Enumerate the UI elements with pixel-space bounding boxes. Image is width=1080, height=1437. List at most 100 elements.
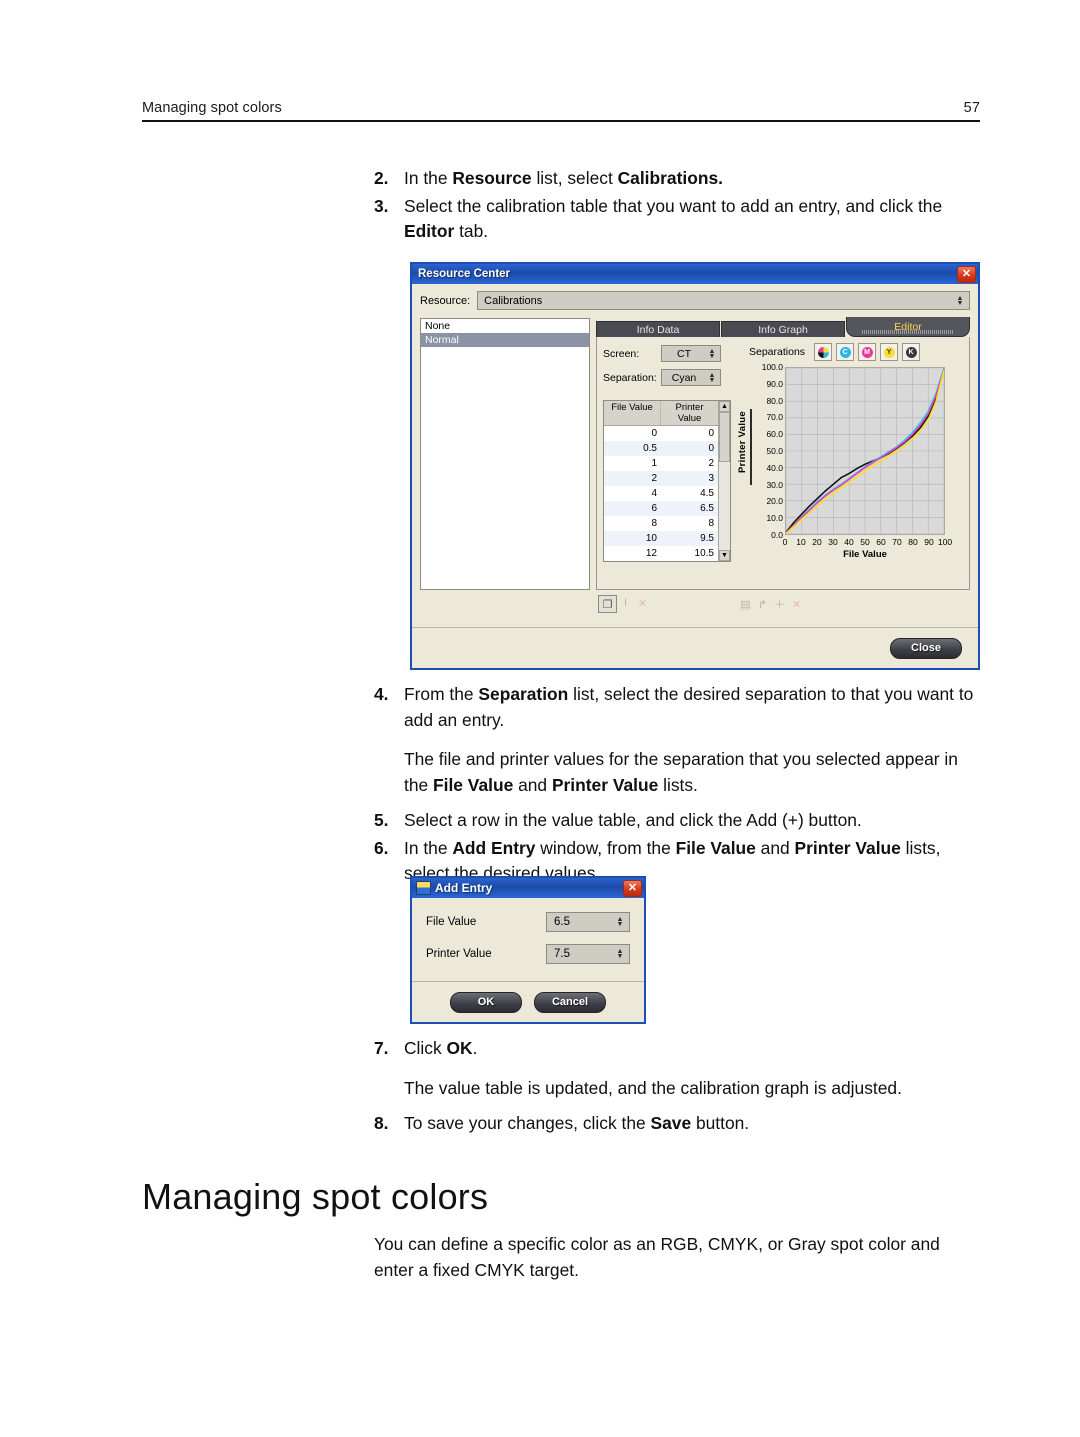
y-tick-label: 70.0: [766, 412, 783, 423]
table-row[interactable]: 6 6.5: [604, 501, 718, 516]
separations-label: Separations: [749, 346, 806, 358]
cell-printer-value: 4.5: [700, 488, 714, 499]
y-tick-label: 30.0: [766, 479, 783, 490]
x-tick-label: 0: [782, 537, 788, 547]
cell-file-value: 12: [645, 548, 657, 559]
printer-value-input: 7.5: [554, 948, 570, 960]
cell-printer-value: 8: [708, 518, 714, 529]
step-number: 4.: [374, 684, 389, 704]
y-tick-label: 80.0: [766, 395, 783, 406]
x-tick-label: 10: [796, 537, 806, 547]
section-body: You can define a specific color as an RG…: [374, 1234, 940, 1280]
window-title: Resource Center: [418, 268, 511, 280]
calibration-list[interactable]: None Normal: [420, 318, 590, 590]
cell-file-value: 0: [651, 428, 657, 439]
steps-list-top: 2. In the Resource list, select Calibrati…: [374, 166, 974, 247]
step-note: The file and printer values for the sepa…: [404, 749, 958, 795]
table-row[interactable]: 23: [604, 471, 718, 486]
table-row[interactable]: 10 9.5: [604, 531, 718, 546]
tab-info-data[interactable]: Info Data: [596, 321, 720, 337]
duplicate-icon[interactable]: ❐: [598, 595, 617, 613]
cell-file-value: 1: [651, 458, 657, 469]
editor-panel: Screen: CT ▲ ▼ Separation: Cyan ▲ ▼ File…: [596, 337, 970, 590]
x-tick-label: 50: [860, 537, 870, 547]
step-item: 3. Select the calibration table that you …: [374, 194, 974, 245]
chart-y-axis-label: Printer Value: [737, 411, 748, 473]
resource-dropdown-value: Calibrations: [484, 294, 543, 307]
add-entry-titlebar: Add Entry ✕: [412, 878, 644, 898]
table-row[interactable]: 0.5 0: [604, 441, 718, 456]
file-value-input: 6.5: [554, 916, 570, 928]
color-swatch: K: [905, 346, 917, 358]
separation-cyan-icon[interactable]: C: [836, 343, 855, 361]
y-tick-label: 100.0: [761, 362, 783, 372]
printer-value-row: Printer Value 7.5 ▲ ▼: [426, 944, 630, 964]
tab-label: Info Data: [636, 323, 680, 336]
y-axis-bar: [750, 409, 752, 485]
step-number: 3.: [374, 195, 389, 216]
x-tick-label: 70: [892, 537, 902, 547]
running-header: Managing spot colors 57: [142, 100, 980, 122]
chevron-updown-icon: ▲ ▼: [616, 948, 624, 960]
close-icon[interactable]: ✕: [623, 879, 642, 897]
screen-dropdown[interactable]: CT ▲ ▼: [661, 345, 721, 362]
page-number: 57: [963, 100, 980, 116]
cell-printer-value: 10.5: [694, 548, 714, 559]
add-entry-footer: OK Cancel: [412, 981, 644, 1022]
color-swatch: [817, 346, 829, 358]
color-swatch: M: [861, 346, 873, 358]
step-item: 4. From the Separation list, select the d…: [374, 682, 982, 733]
table-row[interactable]: 00: [604, 426, 718, 441]
ok-button[interactable]: OK: [450, 991, 522, 1013]
separation-all-icon[interactable]: [814, 343, 833, 361]
x-tick-label: 20: [812, 537, 822, 547]
scroll-down-icon[interactable]: ▼: [719, 550, 730, 561]
y-tick-label: 50.0: [766, 446, 783, 456]
cancel-button[interactable]: Cancel: [534, 991, 606, 1013]
step-text: Select the calibration table that you wa…: [404, 195, 943, 242]
table-row[interactable]: 4 4.5: [604, 486, 718, 501]
list-item[interactable]: None: [421, 319, 589, 333]
table-row[interactable]: 12: [604, 456, 718, 471]
value-table-scrollbar[interactable]: ▲ ▼: [718, 401, 730, 561]
table-row[interactable]: 88: [604, 516, 718, 531]
y-tick-label: 90.0: [766, 378, 783, 389]
step-item: 8. To save your changes, click the Save b…: [374, 1111, 982, 1137]
scroll-up-icon[interactable]: ▲: [719, 401, 730, 412]
step-item: 5. Select a row in the value table, and c…: [374, 808, 982, 834]
separation-yellow-icon[interactable]: Y: [880, 343, 899, 361]
step-number: 2.: [374, 168, 389, 188]
tab-info-graph[interactable]: Info Graph: [721, 321, 845, 337]
step-text: From the Separation list, select the des…: [404, 684, 974, 730]
color-swatch: C: [839, 346, 851, 358]
separation-dropdown[interactable]: Cyan ▲ ▼: [661, 369, 721, 386]
file-value-stepper[interactable]: 6.5 ▲ ▼: [546, 912, 630, 932]
x-tick-label: 40: [844, 537, 854, 547]
value-table[interactable]: File Value Printer Value 0 0 0.5 0 1 2 2 3 4 4.5 6…: [603, 400, 731, 562]
tab-editor[interactable]: Editor: [846, 317, 970, 337]
resource-dropdown[interactable]: Calibrations ▲ ▼: [477, 291, 970, 310]
remove-icon: ✕: [791, 598, 802, 611]
add-entry-window: Add Entry ✕ File Value 6.5 ▲ ▼ Printer Va…: [410, 876, 646, 1024]
close-icon[interactable]: ✕: [957, 265, 976, 283]
step-text: To save your changes, click the Save but…: [404, 1113, 750, 1133]
x-tick-label: 100: [937, 537, 953, 547]
cell-printer-value: 9.5: [700, 533, 714, 544]
step-number: 7.: [374, 1038, 389, 1058]
step-text: In the Resource list, select Calibration…: [404, 168, 723, 188]
list-item[interactable]: Normal: [421, 333, 589, 347]
chart-curves: [785, 367, 945, 535]
scrollbar-thumb[interactable]: [719, 412, 730, 462]
step-text: Click OK.: [404, 1038, 478, 1058]
x-tick-label: 80: [908, 537, 918, 547]
separation-black-icon[interactable]: K: [902, 343, 921, 361]
chart-x-ticks: 0 10 20 30 40 50 60 70 80 90 100: [782, 537, 952, 549]
close-button[interactable]: Close: [890, 637, 962, 659]
cell-printer-value: 0: [708, 428, 714, 439]
import-icon: ↱: [757, 598, 768, 611]
file-value-label: File Value: [426, 916, 477, 928]
printer-value-stepper[interactable]: 7.5 ▲ ▼: [546, 944, 630, 964]
separation-magenta-icon[interactable]: M: [858, 343, 877, 361]
table-row[interactable]: 12 10.5: [604, 546, 718, 561]
resource-center-titlebar: Resource Center ✕: [412, 264, 978, 284]
